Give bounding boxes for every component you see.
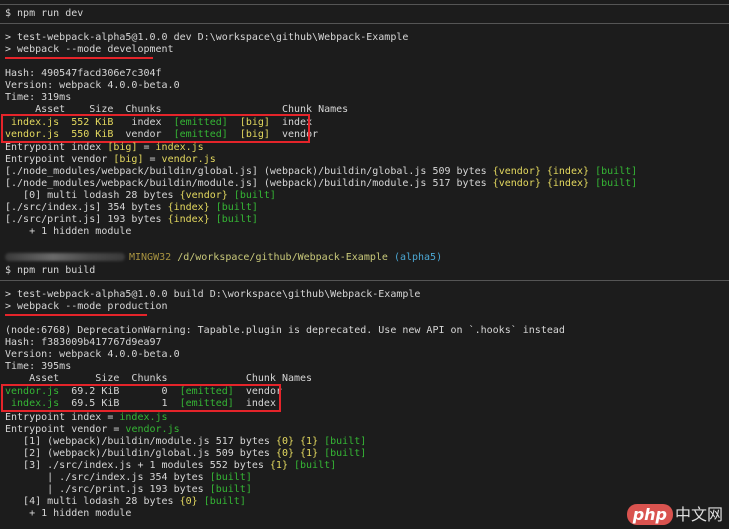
dev-version: Version: webpack 4.0.0-beta.0 [5, 80, 180, 91]
dev-assets-highlight-box [1, 114, 310, 143]
build-entrypoint-index: Entrypoint index = index.js [5, 412, 168, 423]
dev-module-line: [./src/print.js] 193 bytes {index} [buil… [5, 214, 258, 225]
build-time: Time: 395ms [5, 361, 72, 372]
top-separator [0, 4, 729, 5]
build-module-line: | ./src/print.js 193 bytes [built] [5, 484, 252, 495]
dev-webpack-underline [5, 57, 153, 59]
build-entrypoint-vendor: Entrypoint vendor = vendor.js [5, 424, 180, 435]
dev-hash: Hash: 490547facd306e7c304f [5, 68, 162, 79]
build-module-line: [2] (webpack)/buildin/global.js 509 byte… [5, 448, 367, 459]
site-watermark: php 中文网 [626, 501, 723, 525]
php-logo: php [626, 504, 673, 525]
build-version: Version: webpack 4.0.0-beta.0 [5, 349, 180, 360]
dev-hidden-module: + 1 hidden module [5, 226, 132, 237]
build-webpack-line: > webpack --mode production [5, 301, 168, 312]
dev-entrypoint-vendor: Entrypoint vendor [big] = vendor.js [5, 154, 216, 165]
dev-module-line: [./src/index.js] 354 bytes {index} [buil… [5, 202, 258, 213]
build-run-line: > test-webpack-alpha5@1.0.0 build D:\wor… [5, 289, 421, 300]
build-module-line: [4] multi lodash 28 bytes {0} [built] [5, 496, 246, 507]
dev-module-line: [./node_modules/webpack/buildin/global.j… [5, 166, 638, 177]
build-hash: Hash: f383009b417767d9ea97 [5, 337, 162, 348]
dev-module-line: [./node_modules/webpack/buildin/module.j… [5, 178, 638, 189]
build-command: $ npm run build [5, 265, 96, 276]
build-module-line: [3] ./src/index.js + 1 modules 552 bytes… [5, 460, 337, 471]
shell-prompt: MINGW32 /d/workspace/github/Webpack-Exam… [5, 252, 442, 264]
dev-entrypoint-index: Entrypoint index [big] = index.js [5, 142, 204, 153]
section-separator [0, 23, 729, 24]
dev-command: $ npm run dev [5, 8, 84, 19]
dev-webpack-line: > webpack --mode development [5, 44, 174, 55]
build-assets-highlight-box [1, 384, 281, 412]
deprecation-warning: (node:6768) DeprecationWarning: Tapable.… [5, 325, 565, 336]
blurred-user-host [5, 253, 125, 261]
dev-time: Time: 319ms [5, 92, 72, 103]
dev-run-line: > test-webpack-alpha5@1.0.0 dev D:\works… [5, 32, 409, 43]
dev-module-line: [0] multi lodash 28 bytes {vendor} [buil… [5, 190, 276, 201]
build-module-line: | ./src/index.js 354 bytes [built] [5, 472, 252, 483]
build-module-line: [1] (webpack)/buildin/module.js 517 byte… [5, 436, 367, 447]
build-webpack-underline [5, 314, 147, 316]
section-separator [0, 280, 729, 281]
build-hidden-module: + 1 hidden module [5, 508, 132, 519]
